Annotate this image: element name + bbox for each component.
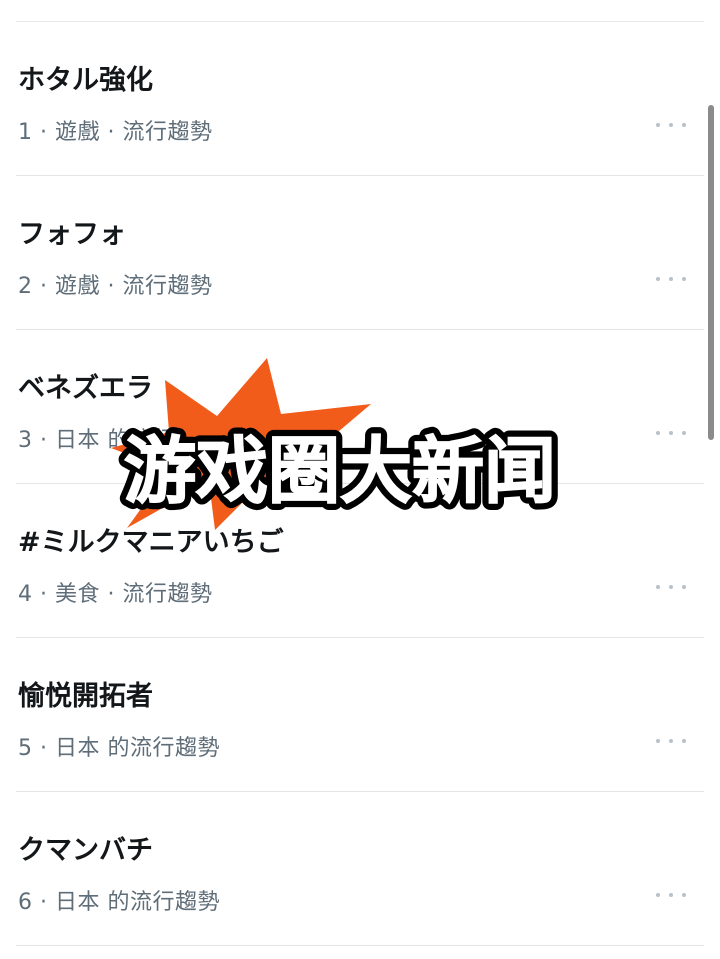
- trend-meta: 1 · 遊戲 · 流行趨勢: [18, 120, 213, 145]
- trend-meta: 6 · 日本 的流行趨勢: [18, 890, 220, 915]
- more-options-icon[interactable]: [656, 736, 686, 746]
- more-options-icon[interactable]: [656, 274, 686, 284]
- trend-item[interactable]: ホタル強化 1 · 遊戲 · 流行趨勢: [16, 22, 704, 176]
- trend-item[interactable]: クマンバチ 6 · 日本 的流行趨勢: [16, 792, 704, 946]
- headline-text: 游戏圈大新闻: [124, 429, 556, 513]
- trend-title[interactable]: クマンバチ: [18, 828, 153, 867]
- trend-item[interactable]: 愉悦開拓者 5 · 日本 的流行趨勢: [16, 638, 704, 792]
- trend-title[interactable]: フォフォ: [18, 212, 126, 251]
- more-options-icon[interactable]: [656, 890, 686, 900]
- trend-meta: 5 · 日本 的流行趨勢: [18, 736, 220, 761]
- more-options-icon[interactable]: [656, 120, 686, 130]
- trend-title[interactable]: ホタル強化: [18, 58, 153, 97]
- scrollbar-thumb[interactable]: [708, 105, 714, 440]
- headline-overlay: 游戏圈大新闻 游戏圈大新闻: [117, 426, 563, 516]
- more-options-icon[interactable]: [656, 582, 686, 592]
- trend-item[interactable]: フォフォ 2 · 遊戲 · 流行趨勢: [16, 176, 704, 330]
- trend-meta: 2 · 遊戲 · 流行趨勢: [18, 274, 213, 299]
- trend-meta: 4 · 美食 · 流行趨勢: [18, 582, 213, 607]
- trend-title[interactable]: 愉悦開拓者: [18, 674, 153, 713]
